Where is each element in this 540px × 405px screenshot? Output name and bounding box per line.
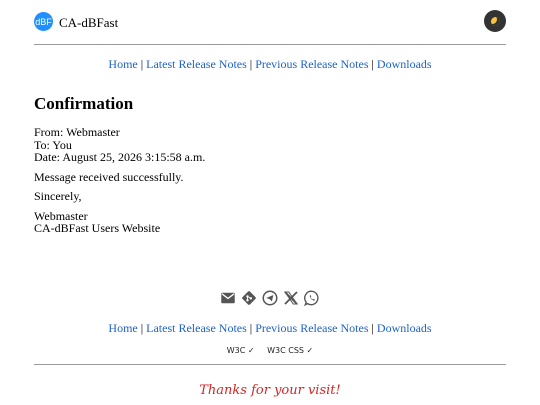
footer-divider [34,364,506,365]
whatsapp-icon[interactable] [303,289,321,307]
nav-separator: | [249,57,253,71]
w3c-css-badge[interactable]: W3C CSS ✓ [267,346,313,355]
git-icon[interactable] [240,289,258,307]
x-icon[interactable] [282,289,300,307]
nav-previous-link[interactable]: Previous Release Notes [255,57,368,71]
nav-separator: | [371,321,374,335]
nav-separator: | [140,57,144,71]
nav-separator: | [249,321,253,335]
message-from: From: Webmaster [34,125,120,139]
email-icon[interactable] [219,289,237,307]
message-signature: Webmaster CA-dBFast Users Website [34,209,506,235]
message-date: Date: August 25, 2026 3:15:58 a.m. [34,150,206,164]
message-body: Message received successfully. [34,169,184,184]
page-title: Confirmation [34,94,134,113]
footer-downloads-link[interactable]: Downloads [377,321,432,335]
w3c-badge[interactable]: W3C ✓ [227,346,255,355]
site-logo[interactable]: dBF [34,12,53,31]
thanks-message: Thanks for your visit! [199,383,341,398]
message-headers: From: Webmaster To: You Date: August 25,… [34,126,506,164]
nav-separator: | [140,321,144,335]
message-content: Confirmation From: Webmaster To: You Dat… [34,94,506,242]
site-header: dBF CA-dBFast [34,10,506,45]
nav-latest-link[interactable]: Latest Release Notes [146,57,247,71]
site-title[interactable]: CA-dBFast [59,15,118,31]
footer-home-link[interactable]: Home [108,321,137,335]
footer-previous-link[interactable]: Previous Release Notes [255,321,368,335]
footer-latest-link[interactable]: Latest Release Notes [146,321,247,335]
moon-icon [490,16,500,26]
telegram-icon[interactable] [261,289,279,307]
social-links [0,289,540,307]
nav-home-link[interactable]: Home [108,57,137,71]
nav-downloads-link[interactable]: Downloads [377,57,432,71]
top-nav: Home | Latest Release Notes | Previous R… [0,57,540,72]
message-closing: Sincerely, [34,189,82,203]
validator-badges: W3C ✓ W3C CSS ✓ [0,346,540,355]
theme-toggle-button[interactable] [484,10,506,32]
bottom-nav: Home | Latest Release Notes | Previous R… [0,321,540,336]
nav-separator: | [371,57,374,71]
signature-site: CA-dBFast Users Website [34,221,161,235]
